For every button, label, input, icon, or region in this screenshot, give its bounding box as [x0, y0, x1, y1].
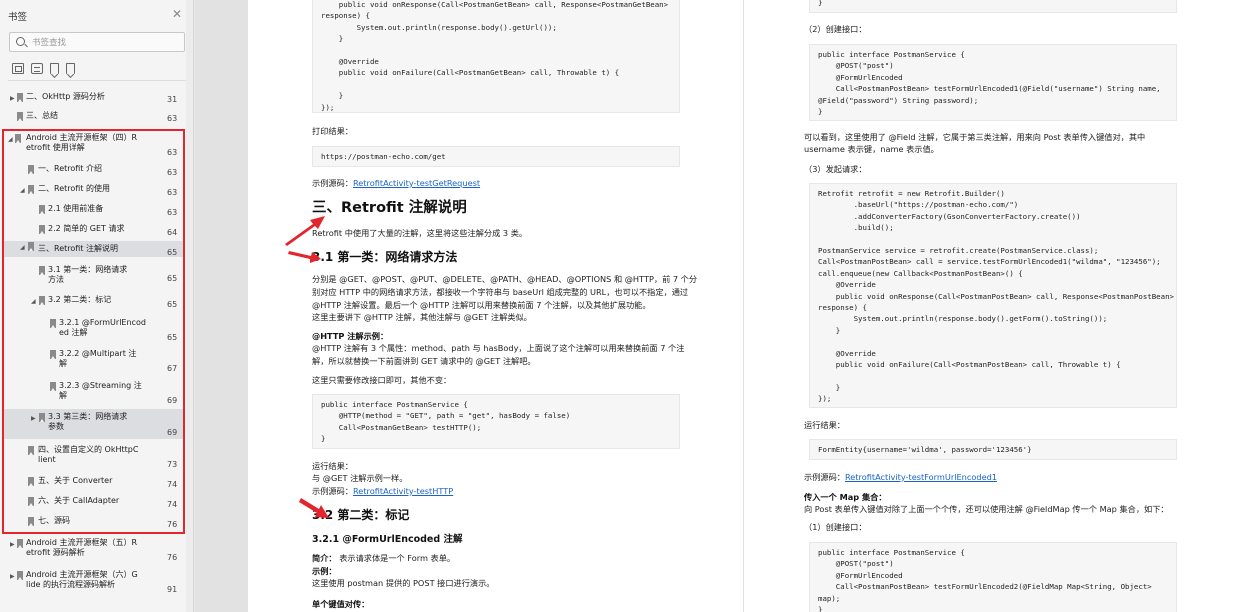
paragraph-line: @HTTP 注解有 3 个属性：method、path 与 hasBody，上面…: [312, 343, 685, 353]
step-label: （1）创建接口：: [804, 522, 867, 532]
bookmark-page-number: 76: [167, 553, 178, 562]
code-block: public void onResponse(Call<PostmanGetBe…: [312, 0, 680, 113]
paragraph: 打印结果：: [312, 126, 353, 136]
expand-arrow-icon[interactable]: ▶: [10, 573, 15, 580]
paragraph-line: 可以看到，这里使用了 @Field 注解，它属于第三类注解，用来向 Post 表…: [804, 132, 1146, 142]
subsubsection-heading: 3.2.1 @FormUrlEncoded 注解: [312, 534, 463, 545]
paragraph-line: @HTTP 注解设置。最后一个 @HTTP 注解可以用来替换前面 7 个注解，以…: [312, 300, 651, 310]
bookmark-item[interactable]: ▶ Android 主流开源框架（五）R etrofit 源码解析 76: [0, 538, 186, 564]
document-page-right: } （2）创建接口： public interface PostmanServi…: [744, 0, 1240, 612]
sample-source-link[interactable]: RetrofitActivity-testHTTP: [353, 486, 453, 496]
bookmark-page-number: 91: [167, 585, 178, 594]
sample-source-line: 示例源码：RetrofitActivity-testHTTP: [312, 485, 453, 497]
bookmark-page-number: 31: [167, 95, 178, 104]
step-label: （2）创建接口：: [804, 24, 867, 34]
brief-label: 简介：: [312, 553, 337, 563]
code-block: public interface PostmanService { @HTTP(…: [312, 394, 680, 449]
expand-arrow-icon[interactable]: ▶: [10, 541, 15, 548]
subsection-heading: 3.1 第一类：网络请求方法: [312, 250, 458, 264]
expand-all-icon[interactable]: [12, 63, 24, 74]
sample-source-link[interactable]: RetrofitActivity-testFormUrlEncoded1: [845, 472, 997, 482]
step-label: （3）发起请求：: [804, 164, 867, 174]
sample-source-line: 示例源码：RetrofitActivity-testGetRequest: [312, 177, 480, 189]
code-block: Retrofit retrofit = new Retrofit.Builder…: [809, 183, 1177, 408]
expand-arrow-icon[interactable]: ▶: [10, 95, 15, 102]
bookmark-label: lide 的执行流程源码解析: [26, 580, 115, 589]
add-bookmark-icon[interactable]: [50, 63, 59, 74]
code-block: public interface PostmanService { @POST(…: [809, 542, 1177, 612]
paragraph: Retrofit 中使用了大量的注解，这里将这些注解分成 3 类。: [312, 228, 528, 238]
bookmark-toolbar: [12, 63, 75, 74]
bookmark-label: 三、总结: [26, 111, 58, 120]
bookmark-item[interactable]: 三、总结 63: [0, 111, 186, 127]
code-block: FormEntity{username='wildma', password='…: [809, 439, 1177, 460]
search-icon: [16, 37, 25, 46]
paragraph-line: 别对应 HTTP 中的网络请求方法，都接收一个字符串与 baseUrl 组成完整…: [312, 287, 689, 297]
bookmark-panel: 书签 ✕ ▶ 二、OkHttp 源码分析 31 三、总结 63 ◢ Androi…: [0, 0, 194, 612]
bookmark-search-input[interactable]: [32, 36, 180, 49]
paragraph-line: 这里主要讲下 @HTTP 注解，其他注解与 @GET 注解类似。: [312, 312, 532, 322]
brief-text: 表示请求体是一个 Form 表单。: [339, 553, 456, 563]
bookmark-panel-title: 书签: [8, 12, 28, 23]
paragraph-line: username 表示键，name 表示值。: [804, 144, 939, 154]
paragraph: 与 @GET 注解示例一样。: [312, 473, 408, 483]
bookmark-label: Android 主流开源框架（五）R: [26, 538, 138, 547]
bookmark-search-box[interactable]: [9, 32, 185, 52]
paragraph: 这里只需要修改接口即可，其他不变：: [312, 375, 452, 385]
bookmark-icon: [17, 571, 23, 580]
sample-source-label: 示例源码：: [312, 178, 353, 188]
sample-source-label: 示例源码：: [804, 472, 845, 482]
bookmark-icon: [17, 112, 23, 121]
sample-source-line: 示例源码：RetrofitActivity-testFormUrlEncoded…: [804, 471, 997, 483]
example-title: @HTTP 注解示例：: [312, 331, 389, 341]
paragraph: 向 Post 表单传入键值对除了上面一个个传，还可以使用注解 @FieldMap…: [804, 504, 1169, 514]
bookmark-icon: [17, 539, 23, 548]
bookmark-page-number: 63: [167, 114, 178, 123]
sample-source-link[interactable]: RetrofitActivity-testGetRequest: [353, 178, 480, 188]
bookmark-label: 二、OkHttp 源码分析: [26, 92, 105, 101]
bookmark-label: etrofit 源码解析: [26, 548, 85, 557]
paragraph: 运行结果：: [312, 461, 353, 471]
document-viewer[interactable]: public void onResponse(Call<PostmanGetBe…: [195, 0, 1240, 612]
bookmark-item[interactable]: ▶ Android 主流开源框架（六）G lide 的执行流程源码解析 91: [0, 570, 186, 596]
example-label: 示例：: [312, 566, 337, 576]
red-arrow-annotation: [285, 216, 325, 246]
bookmark-icon: [17, 93, 23, 102]
sample-source-label: 示例源码：: [312, 486, 353, 496]
paragraph: 这里使用 postman 提供的 POST 接口进行演示。: [312, 578, 495, 588]
red-arrow-annotation: [299, 498, 329, 518]
red-arrow-annotation: [288, 251, 321, 263]
paragraph-line: 分别是 @GET、@POST、@PUT、@DELETE、@PATH、@HEAD、…: [312, 274, 698, 284]
subtitle: 单个键值对传：: [312, 599, 370, 609]
code-block: public interface PostmanService { @POST(…: [809, 44, 1177, 121]
sidebar-scrollbar[interactable]: [186, 0, 193, 612]
bookmark-label: Android 主流开源框架（六）G: [26, 570, 138, 579]
collapse-all-icon[interactable]: [31, 63, 43, 74]
brief-line: 简介： 表示请求体是一个 Form 表单。: [312, 552, 455, 564]
paragraph-line: 解，所以就替换一下前面讲到 GET 请求中的 @GET 注解吧。: [312, 356, 536, 366]
divider: [8, 80, 186, 81]
highlight-annotation-box: [2, 129, 185, 534]
subtitle: 传入一个 Map 集合：: [804, 492, 887, 502]
bookmark-item[interactable]: ▶ 二、OkHttp 源码分析 31: [0, 92, 186, 108]
code-block: https://postman-echo.com/get: [312, 146, 680, 167]
code-block: }: [809, 0, 1177, 13]
section-heading: 三、Retrofit 注解说明: [312, 200, 467, 216]
bookmark-icon[interactable]: [66, 63, 75, 74]
paragraph: 运行结果：: [804, 420, 845, 430]
close-icon[interactable]: ✕: [172, 7, 182, 21]
